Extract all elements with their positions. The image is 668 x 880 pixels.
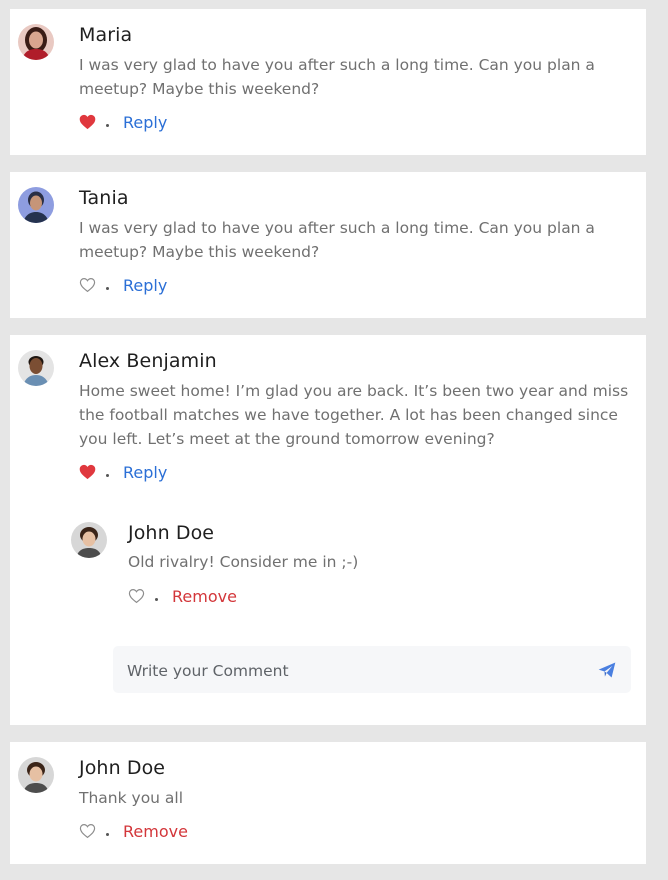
- commenter-name: Maria: [79, 24, 133, 46]
- comment-text: Thank you all: [79, 789, 184, 807]
- comment-actions: Reply: [79, 461, 167, 483]
- comment-input[interactable]: [125, 646, 589, 695]
- heart-filled-icon[interactable]: [79, 464, 96, 480]
- comment-text: I was very glad to have you after such a…: [79, 219, 595, 261]
- separator-dot: [106, 473, 109, 477]
- reply-link[interactable]: Reply: [123, 113, 167, 132]
- reply-actions: Remove: [128, 585, 237, 607]
- commenter-name: Alex Benjamin: [79, 350, 217, 372]
- separator-dot: [106, 123, 109, 127]
- comment-actions: Reply: [79, 274, 167, 296]
- heart-outline-icon[interactable]: [128, 588, 145, 604]
- avatar-tania: [18, 187, 54, 223]
- comment-text: I was very glad to have you after such a…: [79, 56, 595, 98]
- reply-link[interactable]: Reply: [123, 463, 167, 482]
- heart-outline-icon[interactable]: [79, 823, 96, 839]
- heart-outline-icon[interactable]: [79, 277, 96, 293]
- reply-author-name: John Doe: [128, 522, 215, 544]
- separator-dot: [106, 832, 109, 836]
- send-icon[interactable]: [597, 660, 617, 680]
- comment-card: Maria I was very glad to have you after …: [10, 9, 646, 155]
- comment-card: John Doe Thank you all Remove: [10, 742, 646, 864]
- avatar-maria: [18, 24, 54, 60]
- comment-input-box: [113, 646, 631, 695]
- commenter-name: John Doe: [79, 757, 166, 779]
- avatar-john: [18, 757, 54, 793]
- heart-filled-icon[interactable]: [79, 114, 96, 130]
- comment-card: Tania I was very glad to have you after …: [10, 172, 646, 318]
- commenter-name: Tania: [79, 187, 129, 209]
- separator-dot: [155, 597, 158, 601]
- comment-actions: Remove: [79, 820, 188, 842]
- remove-link[interactable]: Remove: [172, 587, 237, 606]
- comment-text: Home sweet home! I’m glad you are back. …: [79, 382, 629, 448]
- comment-actions: Reply: [79, 111, 167, 133]
- remove-link[interactable]: Remove: [123, 822, 188, 841]
- comment-card: Alex Benjamin Home sweet home! I’m glad …: [10, 335, 646, 725]
- avatar-john: [71, 522, 107, 558]
- reply-link[interactable]: Reply: [123, 276, 167, 295]
- separator-dot: [106, 286, 109, 290]
- avatar-alex: [18, 350, 54, 386]
- reply-text: Old rivalry! Consider me in ;-): [128, 553, 359, 571]
